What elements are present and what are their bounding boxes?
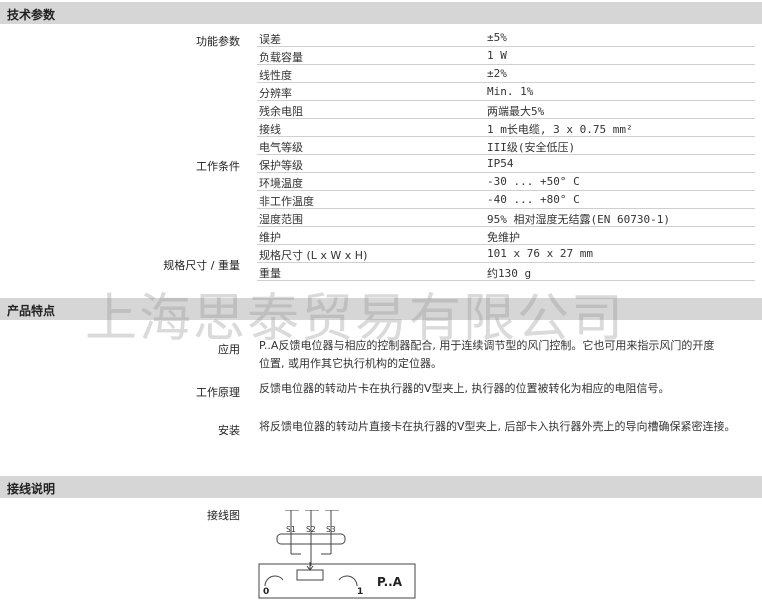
- wiring-diagram-label: 接线图: [207, 509, 240, 522]
- spec-value: ±5%: [487, 31, 507, 44]
- section-title: 技术参数: [7, 8, 56, 22]
- application-line: P..A反馈电位器与相应的控制器配合, 用于连续调节型的风门控制。它也可用来指示…: [259, 339, 715, 352]
- spec-row: 重量 约130 g: [257, 263, 755, 281]
- feature-text-install: 将反馈电位器的转动片直接卡在执行器的V型夹上, 后部卡入执行器外壳上的导向槽确保…: [259, 420, 736, 433]
- terminal-s1: S1: [286, 525, 296, 534]
- application-line: 位置, 或用作其它执行机构的定位器。: [259, 357, 442, 370]
- spec-key: 误差: [259, 33, 281, 46]
- terminal-s2: S2: [306, 525, 316, 534]
- spec-row: 电气等级 III级(安全低压): [257, 137, 755, 155]
- spec-value: Min. 1%: [487, 85, 534, 98]
- spec-row: 非工作温度 -40 ... +80° C: [257, 191, 755, 209]
- wiring-diagram: S1 S2 S3 0 1 P..A: [258, 510, 416, 599]
- model-label: P..A: [377, 575, 403, 589]
- spec-value: 101 x 76 x 27 mm: [487, 247, 593, 260]
- spec-key: 环境温度: [259, 177, 303, 190]
- spec-row: 环境温度 -30 ... +50° C: [257, 173, 755, 191]
- spec-key: 接线: [259, 123, 281, 136]
- spec-value: 免维护: [487, 231, 520, 244]
- spec-key: 重量: [259, 267, 281, 280]
- spec-key: 电气等级: [259, 141, 303, 154]
- feature-text-application: P..A反馈电位器与相应的控制器配合, 用于连续调节型的风门控制。它也可用来指示…: [259, 337, 714, 373]
- spec-key: 线性度: [259, 69, 292, 82]
- spec-key: 规格尺寸 (L x W x H): [259, 249, 368, 262]
- section-header-wiring: 接线说明: [0, 476, 762, 498]
- spec-value: -40 ... +80° C: [487, 193, 580, 206]
- section-title: 接线说明: [7, 482, 56, 496]
- spec-key: 残余电阻: [259, 105, 303, 118]
- spec-value: -30 ... +50° C: [487, 175, 580, 188]
- spec-value: 95% 相对湿度无结露(EN 60730-1): [487, 213, 670, 226]
- spec-row: 负载容量 1 W: [257, 47, 755, 65]
- position-1: 1: [357, 587, 363, 597]
- spec-value: IP54: [487, 157, 514, 170]
- spec-key: 非工作温度: [259, 195, 314, 208]
- spec-row: 规格尺寸 (L x W x H) 101 x 76 x 27 mm: [257, 245, 755, 263]
- spec-row: 残余电阻 两端最大5%: [257, 101, 755, 119]
- feature-label-application: 应用: [218, 343, 240, 356]
- spec-row: 误差 ±5%: [257, 29, 755, 47]
- group-label-dimensions: 规格尺寸 / 重量: [163, 259, 240, 272]
- section-title: 产品特点: [7, 304, 56, 318]
- spec-value: 两端最大5%: [487, 105, 545, 118]
- spec-key: 分辨率: [259, 87, 292, 100]
- spec-value: 1 W: [487, 49, 507, 62]
- spec-value: 1 m长电缆, 3 x 0.75 mm²: [487, 123, 633, 136]
- spec-row: 接线 1 m长电缆, 3 x 0.75 mm²: [257, 119, 755, 137]
- spec-value: III级(安全低压): [487, 141, 576, 154]
- spec-row: 线性度 ±2%: [257, 65, 755, 83]
- section-header-tech: 技术参数: [0, 2, 762, 24]
- terminal-s3: S3: [326, 525, 336, 534]
- spec-key: 维护: [259, 231, 281, 244]
- spec-row: 分辨率 Min. 1%: [257, 83, 755, 101]
- feature-text-principle: 反馈电位器的转动片卡在执行器的V型夹上, 执行器的位置被转化为相应的电阻信号。: [259, 382, 670, 395]
- spec-key: 保护等级: [259, 159, 303, 172]
- spec-value: 约130 g: [487, 267, 532, 280]
- spec-row: 保护等级 IP54: [257, 155, 755, 173]
- spec-key: 负载容量: [259, 51, 303, 64]
- feature-label-install: 安装: [218, 424, 240, 437]
- group-label-working: 工作条件: [196, 160, 240, 173]
- feature-label-principle: 工作原理: [196, 386, 240, 399]
- spec-row: 维护 免维护: [257, 227, 755, 245]
- spec-value: ±2%: [487, 67, 507, 80]
- spec-row: 湿度范围 95% 相对湿度无结露(EN 60730-1): [257, 209, 755, 227]
- position-0: 0: [263, 587, 269, 597]
- spec-key: 湿度范围: [259, 213, 303, 226]
- section-header-features: 产品特点: [0, 298, 762, 320]
- group-label-function: 功能参数: [196, 35, 240, 48]
